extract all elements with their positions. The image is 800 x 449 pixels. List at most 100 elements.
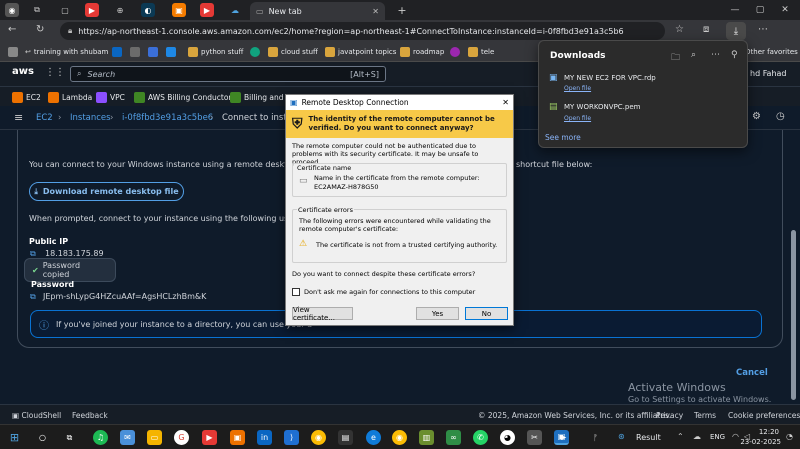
widget-text[interactable]: Result [636,433,661,442]
youtube-app-icon[interactable]: ▶ [202,430,217,445]
fav-ec2[interactable]: EC2 [12,91,41,103]
notifications-icon[interactable]: ◔ [786,432,793,441]
clock-icon[interactable]: ◷ [776,111,785,122]
workspaces-icon[interactable]: ⧉ [30,3,44,17]
aws-app-icon[interactable]: ▣ [230,430,245,445]
dialog-title-bar[interactable]: ▣ Remote Desktop Connection ✕ [286,95,513,110]
scrollbar-thumb[interactable] [791,230,796,400]
privacy-link[interactable]: Privacy [656,411,683,420]
no-button[interactable]: No [465,307,508,320]
close-tab-icon[interactable]: ✕ [372,7,379,16]
edge-icon[interactable]: e [366,430,381,445]
download-rdp-file-button[interactable]: ⤓ Download remote desktop file [29,182,184,201]
bookmark-tele[interactable]: tele [468,46,494,58]
clock-time[interactable]: 12:20 [741,428,779,436]
bookmark-app-2[interactable] [130,46,140,58]
tab-new-tab[interactable]: ▭ New tab ✕ [250,2,385,20]
close-window-icon[interactable]: ✕ [775,3,795,17]
mail-icon[interactable]: ✉ [120,430,135,445]
breadcrumb-instances[interactable]: Instances [70,113,111,123]
geeksforgeeks-icon[interactable]: ∞ [446,430,461,445]
windows-start-icon[interactable]: ⊞ [7,430,22,445]
bookmark-training[interactable]: ↩ training with shubam [25,46,108,58]
cloudshell-link[interactable]: ▣ CloudShell [12,411,61,420]
linkedin-icon[interactable]: in [257,430,272,445]
aws-tab-icon[interactable]: ▣ [172,3,186,17]
search-taskbar-icon[interactable]: ○ [35,430,50,445]
aws-search-input[interactable]: ⌕ Search [Alt+S] [70,66,386,82]
profile-icon[interactable]: ◉ [5,3,19,17]
settings-gear-icon[interactable]: ⚙ [752,111,761,122]
network-icon[interactable]: ☁ [693,432,701,441]
language-indicator[interactable]: ENG [710,433,725,441]
view-certificate-button[interactable]: View certificate... [292,306,353,322]
download-item-name[interactable]: MY WORKONVPC.pem [564,103,640,111]
collections-icon[interactable]: ⧈ [703,24,709,35]
pin-icon[interactable]: ⚲ [731,50,738,60]
chrome-profile-icon[interactable]: ◉ [311,430,326,445]
fav-vpc[interactable]: VPC [96,91,125,103]
snipping-tool-icon[interactable]: ✂ [527,430,542,445]
copilot-icon[interactable]: ᚡ [588,430,603,445]
cloud-tab-icon[interactable]: ☁ [228,3,242,17]
bookmark-app-5[interactable] [450,46,460,58]
bookmark-javatpoint[interactable]: javatpoint topics [325,46,396,58]
fav-lambda[interactable]: Lambda [48,91,92,103]
terms-link[interactable]: Terms [694,411,716,420]
download-item-name[interactable]: MY NEW EC2 FOR VPC.rdp [564,74,656,82]
search-downloads-icon[interactable]: ⌕ [691,50,696,60]
bookmark-roadmap[interactable]: roadmap [400,46,444,58]
clock-date[interactable]: 23-02-2025 [728,438,781,446]
account-menu[interactable]: hd Fahad [750,69,787,78]
more-menu-icon[interactable]: ⋯ [758,24,768,35]
maximize-icon[interactable]: ▢ [750,3,770,17]
copy-password-icon[interactable]: ⧉ [30,292,36,302]
favorite-star-icon[interactable]: ☆ [675,24,684,35]
bookmark-python[interactable]: python stuff [188,46,243,58]
minimize-icon[interactable]: — [725,3,745,17]
app-icon-green[interactable]: ▥ [419,430,434,445]
breadcrumb-ec2[interactable]: EC2 [36,113,53,123]
downloads-icon[interactable]: ⤓ [726,22,746,40]
downloads-more-icon[interactable]: ⋯ [711,50,720,60]
tab-icon[interactable]: ▢ [58,3,72,17]
cookie-preferences-link[interactable]: Cookie preferences [728,411,800,420]
aws-logo[interactable]: aws [12,66,34,77]
tray-chevron-icon[interactable]: ⌃ [677,432,684,441]
back-icon[interactable]: ← [8,24,16,35]
cancel-button[interactable]: Cancel [736,368,768,378]
services-grid-icon[interactable]: ⋮⋮ [45,67,65,78]
vscode-icon[interactable]: ⟩ [284,430,299,445]
open-folder-icon[interactable]: 🗀︎ [671,50,680,66]
breadcrumb-instance-id[interactable]: i-0f8fbd3e91a3c5be6 [122,113,213,123]
globe-tab-icon[interactable]: ⊕ [113,3,127,17]
yes-button[interactable]: Yes [416,307,459,320]
cricket-widget-icon[interactable]: ⊛ [618,432,625,441]
address-bar[interactable]: 🔒︎ https://ap-northeast-1.console.aws.am… [60,22,665,40]
bookmark-app-3[interactable] [148,46,158,58]
spotify-icon[interactable]: ♫ [93,430,108,445]
new-tab-plus-icon[interactable]: + [395,3,409,17]
youtube-tab-icon[interactable]: ▶ [85,3,99,17]
see-more-link[interactable]: See more [545,133,581,142]
chrome-icon[interactable]: G [174,430,189,445]
fav-billing-conductor[interactable]: AWS Billing Conductor [134,91,232,103]
whatsapp-icon[interactable]: ✆ [473,430,488,445]
dont-ask-checkbox[interactable] [292,288,300,296]
open-file-link[interactable]: Open file [564,115,591,122]
bookmark-other-favorites[interactable]: Other favorites [745,46,798,58]
refresh-icon[interactable]: ↻ [36,24,44,35]
app-tab-icon[interactable]: ◐ [141,3,155,17]
hamburger-menu-icon[interactable]: ≡ [14,111,23,124]
youtube-tab-icon-2[interactable]: ▶ [200,3,214,17]
bookmark-app-4[interactable] [166,46,176,58]
terminal-app-icon[interactable]: ▤ [338,430,353,445]
bookmark-linkedin[interactable] [112,46,122,58]
bookmark-chatgpt[interactable] [250,46,260,58]
bookmark-folder-icon[interactable] [8,46,18,58]
github-icon[interactable]: ◕ [500,430,515,445]
file-explorer-icon[interactable]: ▭ [147,430,162,445]
page-scrollbar[interactable] [790,130,798,404]
task-view-icon[interactable]: ⧉ [62,430,77,445]
open-file-link[interactable]: Open file [564,85,591,92]
